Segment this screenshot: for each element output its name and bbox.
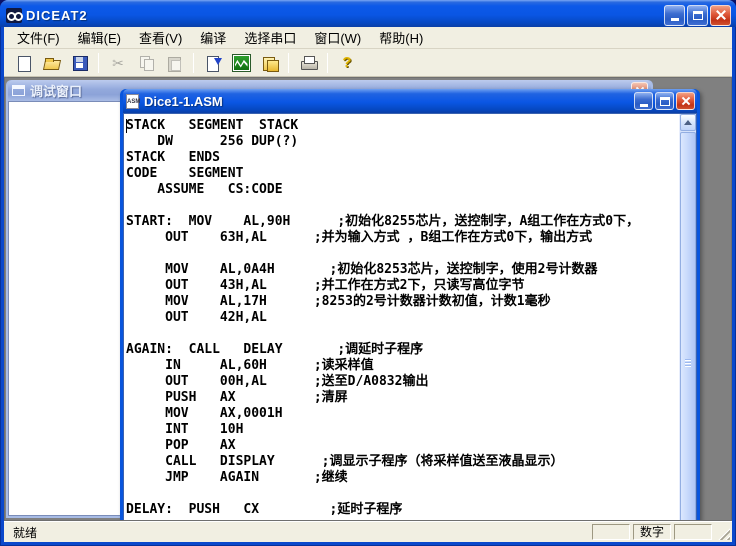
resize-grip[interactable] [717,527,730,540]
compile-icon [205,55,222,71]
code-line: MOV AX,0001H [126,406,678,422]
code-line: OUT 00H,AL ;送至D/A0832输出 [126,374,678,390]
menu-item-edit[interactable]: 编辑(E) [69,26,130,50]
help-icon: ? [339,55,356,71]
minimize-icon [671,18,679,21]
scrollbar-thumb[interactable] [680,132,696,521]
code-line [126,198,678,214]
title-bar[interactable]: DICEAT2 [0,0,736,27]
code-line: PUSH AX ;清屏 [126,390,678,406]
editor-window-title: Dice1-1.ASM [144,94,629,109]
code-line [126,486,678,502]
code-line: DW 256 DUP(?) [126,134,678,150]
minimize-icon [640,104,648,107]
paste-icon [166,55,183,71]
debug-run-button[interactable] [228,51,254,75]
toolbar-separator [288,53,289,73]
code-line: MOV AL,17H ;8253的2号计数器计数初值，计数1毫秒 [126,294,678,310]
menu-item-view[interactable]: 查看(V) [130,26,191,50]
open-icon [43,55,60,71]
editor-minimize-button[interactable] [634,92,653,110]
new-file-button[interactable] [10,51,36,75]
code-line: CALL DISPLAY ;调显示子程序（将采样值送至液晶显示） [126,454,678,470]
toolbar-separator [193,53,194,73]
code-line [126,326,678,342]
code-line: POP AX [126,438,678,454]
code-line: JMP AGAIN ;继续 [126,470,678,486]
download-button[interactable] [256,51,282,75]
code-line: OUT 43H,AL ;并工作在方式2下，只读写高位字节 [126,278,678,294]
code-line: OUT 63H,AL ;并为输入方式 ，B组工作在方式0下，输出方式 [126,230,678,246]
close-button[interactable] [710,5,731,26]
code-line: IN AL,60H ;读采样值 [126,358,678,374]
editor-content[interactable]: STACK SEGMENT STACK DW 256 DUP(?)STACK E… [123,113,697,521]
code-line: DELAY: PUSH CX ;延时子程序 [126,502,678,518]
code-line: MOV AL,0A4H ;初始化8253芯片，送控制字，使用2号计数器 [126,262,678,278]
app-icon [6,8,22,23]
maximize-button[interactable] [687,5,708,26]
scroll-up-button[interactable] [680,114,696,131]
vertical-scrollbar[interactable] [679,114,696,521]
compile-button[interactable] [200,51,226,75]
editor-window[interactable]: ASM Dice1-1.ASM STACK SEGMENT STACK DW 2… [120,89,700,521]
status-message: 就绪 [6,524,592,541]
code-line: STACK ENDS [126,150,678,166]
status-panel-num: 数字 [633,524,671,540]
close-icon [715,9,727,21]
toolbar: ✂? [4,49,732,77]
editor-window-controls [634,92,695,110]
menu-item-file[interactable]: 文件(F) [8,26,69,50]
status-panel-caps [592,524,630,540]
main-window: DICEAT2 文件(F)编辑(E)查看(V)编译选择串口窗口(W)帮助(H) … [0,0,736,546]
help-button[interactable]: ? [334,51,360,75]
close-icon [680,95,692,107]
code-line: AGAIN: CALL DELAY ;调延时子程序 [126,342,678,358]
copy-button [133,51,159,75]
menu-item-help[interactable]: 帮助(H) [370,26,432,50]
window-icon [12,85,25,96]
open-file-button[interactable] [38,51,64,75]
status-panel-scroll [674,524,712,540]
asm-file-icon: ASM [126,94,139,109]
maximize-icon [660,97,670,106]
status-bar: 就绪 数字 [4,521,732,542]
minimize-button[interactable] [664,5,685,26]
copy-icon [138,55,155,71]
menu-item-serial-port[interactable]: 选择串口 [235,26,305,50]
code-line [126,246,678,262]
arrow-up-icon [684,116,692,125]
mdi-workspace: 调试窗口 ASM Dice1-1.ASM STACK SEGMENT STACK… [4,77,732,521]
paste-button [161,51,187,75]
load-icon [261,55,278,71]
new-icon [15,55,32,71]
code-line: INT 10H [126,422,678,438]
menu-bar: 文件(F)编辑(E)查看(V)编译选择串口窗口(W)帮助(H) [4,27,732,49]
window-controls [664,5,731,26]
code-line: STACK SEGMENT STACK [126,118,678,134]
cut-icon: ✂ [110,55,127,71]
print-button[interactable] [295,51,321,75]
cut-button: ✂ [105,51,131,75]
editor-window-titlebar[interactable]: ASM Dice1-1.ASM [123,89,697,113]
code-area[interactable]: STACK SEGMENT STACK DW 256 DUP(?)STACK E… [126,118,678,521]
scrollbar-grip-icon [685,359,691,367]
wave-icon [233,55,250,71]
menu-item-window[interactable]: 窗口(W) [305,26,370,50]
code-line: ASSUME CS:CODE [126,182,678,198]
editor-maximize-button[interactable] [655,92,674,110]
save-icon [71,55,88,71]
window-title: DICEAT2 [26,8,660,23]
print-icon [300,55,317,71]
maximize-icon [693,11,703,20]
toolbar-separator [98,53,99,73]
menu-item-compile[interactable]: 编译 [191,26,235,50]
code-line: OUT 42H,AL [126,310,678,326]
code-line: CODE SEGMENT [126,166,678,182]
toolbar-separator [327,53,328,73]
save-file-button[interactable] [66,51,92,75]
editor-close-button[interactable] [676,92,695,110]
code-line: START: MOV AL,90H ;初始化8255芯片，送控制字，A组工作在方… [126,214,678,230]
